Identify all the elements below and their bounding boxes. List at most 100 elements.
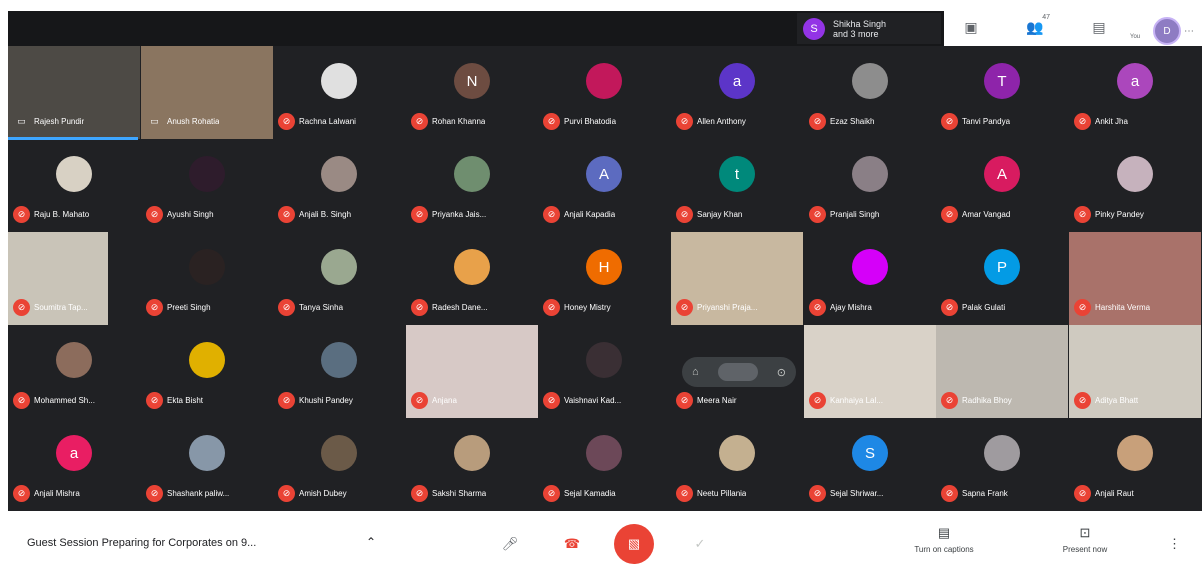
participant-tile[interactable]: ⊘ Neetu Pillania	[671, 418, 803, 511]
mic-button[interactable]: 🎤︎	[490, 524, 530, 564]
participant-photo	[56, 342, 92, 379]
camera-button[interactable]: ▧	[614, 524, 654, 564]
chevron-up-icon[interactable]: ⌃	[366, 535, 376, 549]
participant-tile[interactable]: ⊘ Preeti Singh	[141, 232, 273, 325]
participant-name-row: ⊘ Palak Gulati	[936, 299, 1068, 316]
participant-photo	[984, 435, 1020, 472]
participant-name-row: ⊘ Meera Nair	[671, 392, 803, 409]
participant-tile[interactable]: ⊘ Sakshi Sharma	[406, 418, 538, 511]
participant-tile[interactable]: ⊘ Pinky Pandey	[1069, 139, 1201, 232]
self-avatar[interactable]: D	[1153, 17, 1181, 45]
meeting-title[interactable]: Guest Session Preparing for Corporates o…	[27, 537, 256, 549]
layout-icon[interactable]: ▣	[958, 14, 984, 40]
participant-tile[interactable]: ⊘ Mohammed Sh...	[8, 325, 140, 418]
participant-name: Sapna Frank	[962, 489, 1008, 498]
participant-tile[interactable]: ⊘ Sejal Kamadia	[538, 418, 670, 511]
mic-off-icon: ⊘	[941, 392, 958, 409]
mic-off-icon: ⊘	[13, 299, 30, 316]
participant-tile[interactable]: ⊘ Harshita Verma	[1069, 232, 1201, 325]
participant-tile[interactable]: ▭ Anush Rohatia	[141, 46, 273, 139]
participant-name-row: ⊘ Allen Anthony	[671, 113, 803, 130]
participant-tile[interactable]: T ⊘ Tanvi Pandya	[936, 46, 1068, 139]
participant-tile[interactable]: ⊘ Vaishnavi Kad...	[538, 325, 670, 418]
mic-off-icon: ⊘	[411, 206, 428, 223]
participant-tile[interactable]: ⊘ Kanhaiya Lal...	[804, 325, 936, 418]
participant-name: Preeti Singh	[167, 303, 211, 312]
participant-tile[interactable]: a ⊘ Ankit Jha	[1069, 46, 1201, 139]
participant-name: Priyanka Jais...	[432, 210, 487, 219]
participant-tile[interactable]: ▭ Rajesh Pundir	[8, 46, 140, 139]
present-icon: ⊡	[1079, 525, 1091, 540]
participant-tile[interactable]: ⊘ Priyanshi Praja...	[671, 232, 803, 325]
participant-avatar: S	[803, 17, 825, 40]
mic-off-icon: ⊘	[13, 485, 30, 502]
participant-photo	[852, 156, 888, 193]
captions-label: Turn on captions	[914, 545, 974, 554]
self-label: You	[1130, 34, 1141, 40]
participant-photo	[852, 63, 888, 100]
participant-name-row: ⊘ Rohan Khanna	[406, 113, 538, 130]
participant-tile[interactable]: A ⊘ Anjali Kapadia	[538, 139, 670, 232]
floating-tile-controls[interactable]: ⌂ ⊙	[682, 357, 796, 387]
participant-tile[interactable]: ⊘ Raju B. Mahato	[8, 139, 140, 232]
participant-tile[interactable]: ⊘ Anjali Raut	[1069, 418, 1201, 511]
mic-off-icon: ⊘	[809, 485, 826, 502]
participant-name-row: ⊘ Anjali Kapadia	[538, 206, 670, 223]
chat-icon[interactable]: ▤	[1086, 14, 1112, 40]
participant-photo	[586, 63, 622, 100]
participant-name-row: ⊘ Honey Mistry	[538, 299, 670, 316]
participant-tile[interactable]: ⊘ Soumitra Tap...	[8, 232, 140, 325]
participants-chip[interactable]: S Shikha Singh and 3 more	[797, 13, 941, 44]
raise-hand-button[interactable]: ✓	[680, 524, 720, 564]
participant-name-row: ⊘ Sakshi Sharma	[406, 485, 538, 502]
participant-tile[interactable]: S ⊘ Sejal Shriwar...	[804, 418, 936, 511]
more-options-icon[interactable]: ⋯	[1184, 26, 1194, 37]
mic-off-icon: ⊘	[411, 392, 428, 409]
participant-tile[interactable]: a ⊘ Allen Anthony	[671, 46, 803, 139]
participant-tile[interactable]: ⊘ Tanya Sinha	[273, 232, 405, 325]
more-menu-icon[interactable]: ⋮	[1168, 536, 1181, 552]
end-call-button[interactable]: ☎︎	[552, 524, 592, 564]
participant-tile[interactable]: P ⊘ Palak Gulati	[936, 232, 1068, 325]
participant-tile[interactable]: ⊘ Aditya Bhatt	[1069, 325, 1201, 418]
present-button[interactable]: ⊡ Present now	[1040, 525, 1130, 554]
people-icon[interactable]: 👥 47	[1022, 14, 1050, 40]
participant-tile[interactable]: N ⊘ Rohan Khanna	[406, 46, 538, 139]
participant-tile[interactable]: ⊘ Purvi Bhatodia	[538, 46, 670, 139]
participant-tile[interactable]: ⊘ Anjana	[406, 325, 538, 418]
tile-preview	[717, 363, 758, 381]
mic-off-icon: ⊘	[411, 113, 428, 130]
participant-tile[interactable]: ⊘ Priyanka Jais...	[406, 139, 538, 232]
participant-tile[interactable]: ⊘ Radesh Dane...	[406, 232, 538, 325]
participant-name: Ankit Jha	[1095, 117, 1128, 126]
participant-name-row: ⊘ Vaishnavi Kad...	[538, 392, 670, 409]
participant-tile[interactable]: ⊘ Ajay Mishra	[804, 232, 936, 325]
participant-tile[interactable]: ⊘ Pranjali Singh	[804, 139, 936, 232]
participant-tile[interactable]: ⊘ Rachna Lalwani	[273, 46, 405, 139]
participant-tile[interactable]: ⊘ Amish Dubey	[273, 418, 405, 511]
participant-tile[interactable]: H ⊘ Honey Mistry	[538, 232, 670, 325]
participant-name: Priyanshi Praja...	[697, 303, 758, 312]
participant-name: Soumitra Tap...	[34, 303, 88, 312]
participant-tile[interactable]: A ⊘ Amar Vangad	[936, 139, 1068, 232]
more-icon[interactable]: ⊙	[777, 366, 786, 379]
participant-tile[interactable]: ⊘ Ayushi Singh	[141, 139, 273, 232]
participant-photo	[1117, 435, 1153, 472]
participant-tile[interactable]: a ⊘ Anjali Mishra	[8, 418, 140, 511]
participant-tile[interactable]: t ⊘ Sanjay Khan	[671, 139, 803, 232]
participant-tile[interactable]: ⊘ Khushi Pandey	[273, 325, 405, 418]
participant-name: Purvi Bhatodia	[564, 117, 617, 126]
participant-tile[interactable]: ⊘ Sapna Frank	[936, 418, 1068, 511]
participant-name: Pranjali Singh	[830, 210, 880, 219]
participant-tile[interactable]: ⊘ Shashank paliw...	[141, 418, 273, 511]
pin-icon[interactable]: ⌂	[692, 366, 699, 378]
participant-tile[interactable]: ⊘ Radhika Bhoy	[936, 325, 1068, 418]
mic-off-icon: ⊘	[809, 206, 826, 223]
participant-name: Anjali B. Singh	[299, 210, 352, 219]
mic-off-icon: ⊘	[13, 206, 30, 223]
captions-button[interactable]: ▤ Turn on captions	[899, 525, 989, 554]
participant-tile[interactable]: ⊘ Anjali B. Singh	[273, 139, 405, 232]
participant-tile[interactable]: ⊘ Ekta Bisht	[141, 325, 273, 418]
participant-tile[interactable]: ⊘ Ezaz Shaikh	[804, 46, 936, 139]
mic-icon: 🎤︎	[501, 536, 519, 551]
